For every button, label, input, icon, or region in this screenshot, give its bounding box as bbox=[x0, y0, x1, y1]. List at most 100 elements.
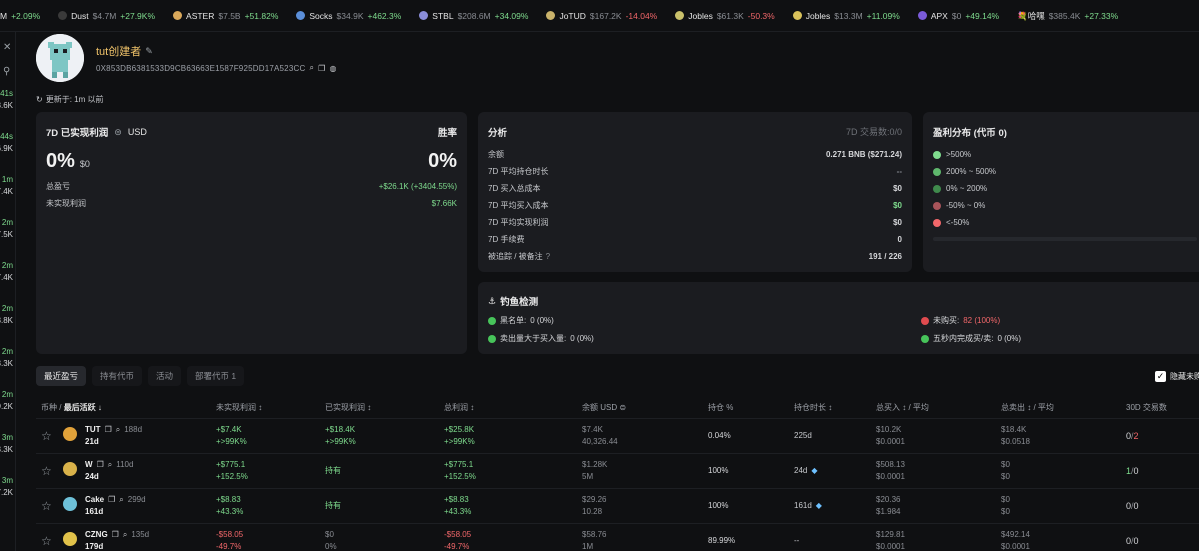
token-cell[interactable]: Cake ❐ ⌕ 299d 161d bbox=[85, 494, 146, 518]
ticker-item[interactable]: 💐哈嘿 $385.4K +27.33% bbox=[1017, 10, 1118, 22]
filter-icon[interactable]: ⚲ bbox=[3, 66, 10, 77]
search-icon[interactable]: ⌕ bbox=[116, 424, 120, 436]
col-recent-label[interactable]: 最后活跃 bbox=[64, 403, 96, 412]
ticker-name: 💐哈嘿 bbox=[1017, 10, 1045, 21]
rail-amount: 3.8K bbox=[0, 316, 13, 325]
rail-entry[interactable]: 2m 9.2K bbox=[0, 389, 13, 413]
table-row[interactable]: ☆ TUT ❐ ⌕ 188d 21d +$7.4K +>99K% +$18.4K +>99K% +$… bbox=[36, 418, 1199, 452]
search-icon[interactable]: ⌕ bbox=[123, 529, 127, 541]
table-row[interactable]: ☆ CZNG ❐ ⌕ 135d 179d -$58.05 -49.7% $0 0% -$58.05-… bbox=[36, 523, 1199, 551]
ticker-value: $0 bbox=[951, 10, 962, 21]
rail-amount: 9.2K bbox=[0, 402, 13, 411]
ticker-item[interactable]: Dust $4.7M +27.9K% bbox=[58, 11, 155, 21]
currency-toggle-icon[interactable]: ⊜ bbox=[114, 127, 122, 138]
copy-icon[interactable]: ❐ bbox=[318, 64, 325, 73]
col-balance[interactable]: 余额 USD ⊜ bbox=[582, 402, 626, 413]
analysis-row-label: 被追踪 / 被备注 bbox=[488, 252, 543, 261]
search-icon[interactable]: ⌕ bbox=[108, 459, 112, 471]
rail-entry[interactable]: 44s 6.9K bbox=[0, 131, 13, 155]
hide-unsold-toggle[interactable]: ✓ 隐藏未购 bbox=[1155, 371, 1199, 382]
total-cell-main: +$25.8K bbox=[444, 425, 475, 434]
token-cell[interactable]: TUT ❐ ⌕ 188d 21d bbox=[85, 424, 142, 448]
table-row[interactable]: ☆ W ❐ ⌕ 110d 24d +$775.1 +152.5% 持有 +$775.1 +152.5… bbox=[36, 453, 1199, 487]
rail-entry[interactable]: 2m 7.4K bbox=[0, 260, 13, 284]
tab-deployed[interactable]: 部署代币 1 bbox=[187, 366, 245, 386]
favorite-star-icon[interactable]: ☆ bbox=[41, 499, 52, 513]
tab-recent-pnl[interactable]: 最近盈亏 bbox=[36, 366, 87, 386]
col-hold[interactable]: 持仓时长 ↕ bbox=[794, 402, 832, 413]
ticker-item[interactable]: M +2.09% bbox=[0, 11, 40, 21]
col-total[interactable]: 总利润 ↕ bbox=[444, 402, 474, 413]
ticker-value: $13.3M bbox=[834, 10, 863, 21]
token-cell[interactable]: W ❐ ⌕ 110d 24d bbox=[85, 459, 133, 483]
favorite-star-icon[interactable]: ☆ bbox=[41, 429, 52, 443]
currency-label[interactable]: USD bbox=[128, 127, 147, 137]
ticker-item[interactable]: Jobles $13.3M +11.09% bbox=[792, 10, 900, 21]
refresh-icon[interactable]: ↻ bbox=[36, 95, 43, 104]
rail-entry[interactable]: 2m 7.5K bbox=[0, 217, 13, 241]
token-line: Cake ❐ ⌕ 299d bbox=[85, 494, 146, 506]
rail-entry[interactable]: 2m 3.3K bbox=[0, 346, 13, 370]
position-cell: 100% bbox=[708, 501, 729, 510]
token-logo-icon bbox=[546, 11, 556, 20]
edit-icon[interactable]: ✎ bbox=[145, 46, 153, 57]
ticker-change: +51.82% bbox=[244, 10, 279, 21]
realized-cell-main: +$18.4K bbox=[325, 425, 356, 434]
rail-entry[interactable]: 3m 7.2K bbox=[0, 475, 13, 499]
sort-desc-icon[interactable]: ↓ bbox=[98, 403, 102, 412]
copy-icon[interactable]: ❐ bbox=[108, 494, 115, 506]
unrealized-cell: -$58.05 -49.7% bbox=[216, 529, 243, 551]
ticker-item[interactable]: JoTUD $167.2K -14.04% bbox=[546, 11, 657, 21]
checkbox-icon[interactable]: ✓ bbox=[1155, 371, 1166, 382]
total-pnl-value: +$26.1K (+3404.55%) bbox=[378, 182, 457, 191]
ticker-change: +462.3% bbox=[367, 10, 402, 21]
position-cell: 0.04% bbox=[708, 431, 731, 440]
realized-cell: +$18.4K +>99K% bbox=[325, 424, 356, 448]
col-realized[interactable]: 已实现利润 ↕ bbox=[325, 402, 371, 413]
col-unrealized[interactable]: 未实现利润 ↕ bbox=[216, 402, 262, 413]
realized-cell: 持有 bbox=[325, 500, 341, 512]
rail-amount: 7.2K bbox=[0, 488, 13, 497]
ticker-item[interactable]: Socks $34.9K +462.3% bbox=[296, 11, 401, 21]
buy-cell-main: $20.36 bbox=[876, 495, 901, 504]
pnl-usd: $0 bbox=[79, 159, 90, 169]
sell-cell-sub: $0 bbox=[1001, 472, 1010, 481]
rail-entry[interactable]: 41s 3.6K bbox=[0, 88, 13, 112]
col-buy[interactable]: 总买入 ↕ / 平均 bbox=[876, 402, 929, 413]
token-cell[interactable]: CZNG ❐ ⌕ 135d 179d bbox=[85, 529, 149, 551]
ticker-name: JoTUD bbox=[559, 10, 586, 21]
col-position[interactable]: 持仓 % bbox=[708, 402, 733, 413]
ticker-item[interactable]: ASTER $7.5B +51.82% bbox=[173, 11, 278, 21]
distribution-item: 200% ~ 500% bbox=[933, 163, 996, 180]
sell-cell-main: $0 bbox=[1001, 495, 1010, 504]
favorite-star-icon[interactable]: ☆ bbox=[41, 534, 52, 548]
distribution-item: 0% ~ 200% bbox=[933, 180, 996, 197]
rail-entry[interactable]: 2m 3.8K bbox=[0, 303, 13, 327]
col-trades[interactable]: 30D 交易数 bbox=[1126, 402, 1167, 413]
token-logo-icon bbox=[63, 532, 77, 546]
search-icon[interactable]: ⌕ bbox=[119, 494, 123, 506]
table-row[interactable]: ☆ Cake ❐ ⌕ 299d 161d +$8.83 +43.3% 持有 +$8.83 +43.3… bbox=[36, 488, 1199, 522]
ticker-item[interactable]: STBL $208.6M +34.09% bbox=[419, 11, 528, 21]
analysis-subtitle: 7D 交易数:0/0 bbox=[845, 127, 902, 137]
ticker-item[interactable]: Jobles $61.3K -50.3% bbox=[675, 11, 775, 21]
rail-entry[interactable]: 3m 3.3K bbox=[0, 432, 13, 456]
unrealized-cell-sub: -49.7% bbox=[216, 542, 242, 551]
analysis-row-label-wrap: 被追踪 / 被备注? bbox=[488, 251, 550, 262]
favorite-star-icon[interactable]: ☆ bbox=[41, 464, 52, 478]
copy-icon[interactable]: ❐ bbox=[112, 529, 119, 541]
rail-entry[interactable]: 1m 7.4K bbox=[0, 174, 13, 198]
tab-holdings[interactable]: 持有代币 bbox=[92, 366, 143, 386]
close-icon[interactable]: ✕ bbox=[3, 42, 11, 53]
ticker-item[interactable]: APX $0 +49.14% bbox=[917, 10, 999, 21]
updated-time: ↻ 更新于: 1m 以前 bbox=[36, 94, 103, 105]
copy-icon[interactable]: ❐ bbox=[97, 459, 104, 471]
search-icon[interactable]: ⌕ bbox=[309, 63, 314, 73]
trades-cell: 0/0 bbox=[1126, 500, 1139, 512]
analysis-row-value: 0.271 BNB ($271.24) bbox=[825, 150, 902, 159]
help-icon[interactable]: ? bbox=[546, 252, 550, 261]
explorer-icon[interactable]: ◍ bbox=[330, 64, 337, 73]
col-sell[interactable]: 总卖出 ↕ / 平均 bbox=[1001, 402, 1054, 413]
copy-icon[interactable]: ❐ bbox=[105, 424, 112, 436]
tab-activity[interactable]: 活动 bbox=[148, 366, 182, 386]
